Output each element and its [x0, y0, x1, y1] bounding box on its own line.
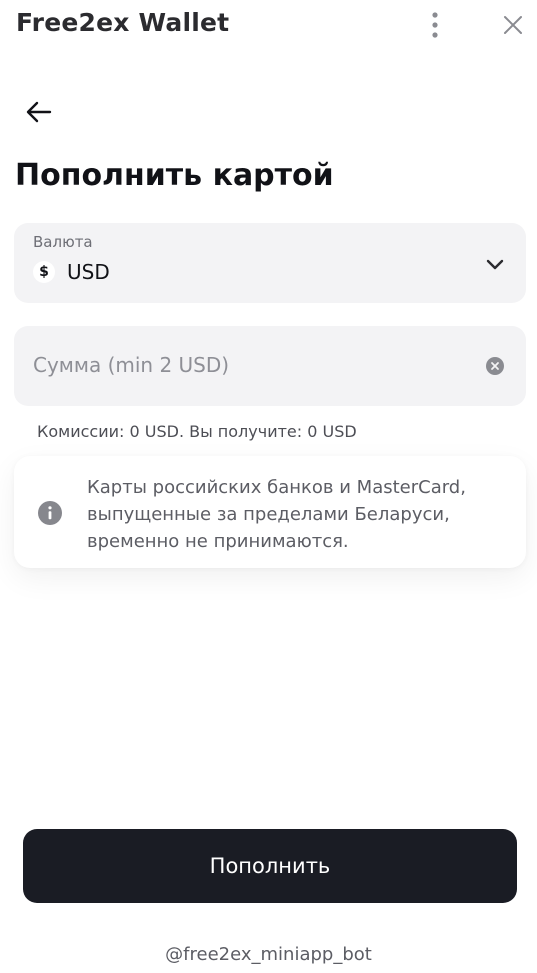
chevron-down-icon — [484, 253, 506, 275]
close-icon — [504, 16, 522, 34]
title-bar: Free2ex Wallet — [0, 0, 537, 50]
back-button[interactable] — [22, 95, 56, 129]
amount-input[interactable] — [33, 344, 463, 386]
notice-text: Карты российских банков и MasterCard, вы… — [87, 477, 466, 552]
notice-card: Карты российских банков и MasterCard, вы… — [14, 456, 526, 568]
app-title: Free2ex Wallet — [16, 8, 230, 37]
currency-select[interactable]: Валюта $ USD — [14, 223, 526, 303]
dollar-icon: $ — [33, 261, 55, 283]
bot-handle: @free2ex_miniapp_bot — [165, 944, 372, 965]
close-button[interactable] — [498, 10, 528, 40]
more-vertical-icon — [432, 12, 438, 38]
commission-text: Комиссии: 0 USD. Вы получите: 0 USD — [37, 422, 357, 441]
top-up-button[interactable]: Пополнить — [23, 829, 517, 903]
menu-button[interactable] — [421, 8, 449, 42]
currency-value: USD — [67, 260, 110, 284]
clear-circle-icon — [486, 357, 504, 375]
info-icon — [38, 501, 62, 525]
amount-field — [14, 326, 526, 406]
currency-label: Валюта — [33, 233, 93, 251]
clear-amount-button[interactable] — [486, 357, 504, 375]
page-title: Пополнить картой — [15, 158, 334, 193]
arrow-left-icon — [26, 101, 52, 123]
